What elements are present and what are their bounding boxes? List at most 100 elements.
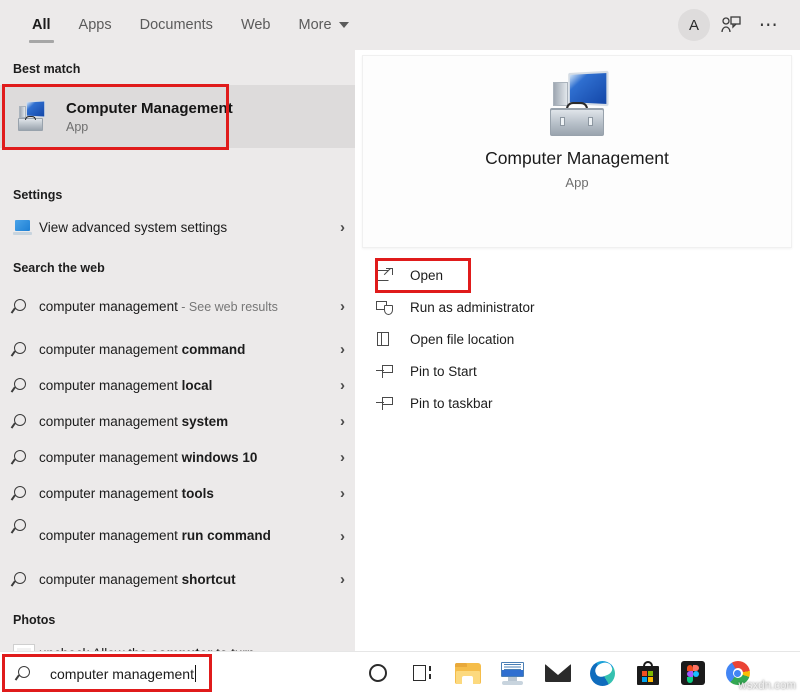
search-icon — [13, 450, 39, 465]
action-open[interactable]: Open — [355, 259, 800, 291]
web-result-prefix: computer management — [39, 299, 178, 314]
web-result-tools[interactable]: computer management tools › — [0, 475, 355, 511]
tab-all-label: All — [32, 17, 51, 33]
web-result-bold: shortcut — [182, 572, 236, 587]
avatar[interactable]: A — [678, 9, 710, 41]
computer-management-app-icon — [16, 101, 48, 133]
web-result-prefix: computer management — [39, 450, 182, 465]
task-view-icon[interactable] — [400, 652, 445, 694]
best-match-subtitle: App — [66, 120, 233, 134]
best-match-title: Computer Management — [66, 100, 233, 117]
search-icon — [13, 486, 39, 501]
microsoft-store-icon[interactable] — [625, 652, 670, 694]
web-result-bold: command — [182, 342, 246, 357]
header-actions: A ⋯ — [678, 0, 786, 50]
tab-documents-label: Documents — [140, 17, 213, 33]
results-panel: Best match Computer Management App Setti… — [0, 50, 355, 651]
tab-documents[interactable]: Documents — [126, 0, 227, 50]
web-result-system[interactable]: computer management system › — [0, 403, 355, 439]
chevron-right-icon: › — [340, 298, 345, 315]
mail-icon[interactable] — [535, 652, 580, 694]
web-result-label: computer management system — [39, 414, 340, 429]
tab-web[interactable]: Web — [227, 0, 285, 50]
search-header: All Apps Documents Web More A — [0, 0, 800, 50]
web-result-command[interactable]: computer management command › — [0, 331, 355, 367]
chevron-down-icon — [339, 22, 349, 28]
action-run-as-administrator-label: Run as administrator — [410, 300, 535, 315]
web-result-windows-10[interactable]: computer management windows 10 › — [0, 439, 355, 475]
web-result-prefix: computer management — [39, 486, 182, 501]
web-result-label: computer management windows 10 — [39, 450, 340, 465]
action-pin-to-taskbar-label: Pin to taskbar — [410, 396, 493, 411]
tab-apps[interactable]: Apps — [65, 0, 126, 50]
remote-desktop-icon[interactable] — [490, 652, 535, 694]
action-open-label: Open — [410, 268, 443, 283]
preview-panel: Computer Management App Open Run as admi… — [355, 50, 800, 651]
web-result-bold: run command — [182, 528, 271, 543]
web-result-prefix: computer management — [39, 414, 182, 429]
folder-icon — [376, 332, 410, 347]
chevron-right-icon: › — [340, 413, 345, 430]
windows-search-flyout: All Apps Documents Web More A — [0, 0, 800, 694]
settings-item-view-advanced-system-settings[interactable]: View advanced system settings › — [0, 209, 355, 245]
web-result-local[interactable]: computer management local › — [0, 367, 355, 403]
web-result-prefix: computer management — [39, 342, 182, 357]
web-result-label: computer management run command — [39, 526, 340, 546]
action-pin-to-start-label: Pin to Start — [410, 364, 477, 379]
tab-web-label: Web — [241, 17, 271, 33]
best-match-text: Computer Management App — [66, 100, 233, 134]
web-result-label: computer management command — [39, 342, 340, 357]
pin-icon — [376, 397, 410, 410]
search-icon — [13, 378, 39, 393]
tab-more[interactable]: More — [285, 0, 363, 50]
web-result-bold: local — [182, 378, 213, 393]
web-result-label: computer management - See web results — [39, 299, 340, 314]
web-result-label: computer management shortcut — [39, 572, 340, 587]
tab-more-label: More — [299, 17, 332, 33]
computer-management-app-icon — [540, 72, 614, 136]
search-web-heading: Search the web — [0, 261, 355, 275]
chevron-right-icon: › — [340, 485, 345, 502]
search-icon — [13, 299, 39, 314]
avatar-initial: A — [689, 17, 699, 34]
preview-app-subtitle: App — [565, 175, 588, 190]
chevron-right-icon: › — [340, 528, 345, 545]
action-pin-to-taskbar[interactable]: Pin to taskbar — [355, 387, 800, 419]
ellipsis-icon[interactable]: ⋯ — [752, 8, 786, 42]
search-input[interactable]: computer management — [50, 665, 196, 682]
web-result-bold: tools — [182, 486, 214, 501]
edge-icon[interactable] — [580, 652, 625, 694]
shield-icon — [376, 300, 410, 315]
search-icon — [13, 414, 39, 429]
chevron-right-icon: › — [340, 341, 345, 358]
person-feedback-icon[interactable] — [714, 8, 748, 42]
web-result-run-command[interactable]: computer management run command › — [0, 511, 355, 561]
monitor-icon — [13, 220, 39, 235]
web-result-prefix: computer management — [39, 528, 182, 543]
web-result-see-web-results[interactable]: computer management - See web results › — [0, 281, 355, 331]
search-box[interactable]: computer management — [0, 651, 355, 694]
pin-icon — [376, 365, 410, 378]
web-result-prefix: computer management — [39, 572, 182, 587]
search-filter-tabs: All Apps Documents Web More — [18, 0, 363, 50]
open-window-icon — [376, 268, 410, 282]
settings-heading: Settings — [0, 188, 355, 202]
best-match-heading: Best match — [0, 50, 355, 76]
action-open-file-location[interactable]: Open file location — [355, 323, 800, 355]
settings-item-label: View advanced system settings — [39, 220, 340, 235]
search-icon — [17, 666, 32, 681]
action-run-as-administrator[interactable]: Run as administrator — [355, 291, 800, 323]
figma-icon[interactable] — [670, 652, 715, 694]
action-pin-to-start[interactable]: Pin to Start — [355, 355, 800, 387]
chevron-right-icon: › — [340, 571, 345, 588]
search-input-value: computer management — [50, 666, 194, 682]
action-open-file-location-label: Open file location — [410, 332, 514, 347]
web-result-bold: windows 10 — [182, 450, 258, 465]
web-result-shortcut[interactable]: computer management shortcut › — [0, 561, 355, 597]
preview-app-title: Computer Management — [485, 148, 669, 169]
tab-all[interactable]: All — [18, 0, 65, 50]
best-match-result[interactable]: Computer Management App — [0, 85, 355, 148]
file-explorer-icon[interactable] — [445, 652, 490, 694]
photos-heading: Photos — [0, 613, 355, 627]
cortana-icon[interactable] — [355, 652, 400, 694]
